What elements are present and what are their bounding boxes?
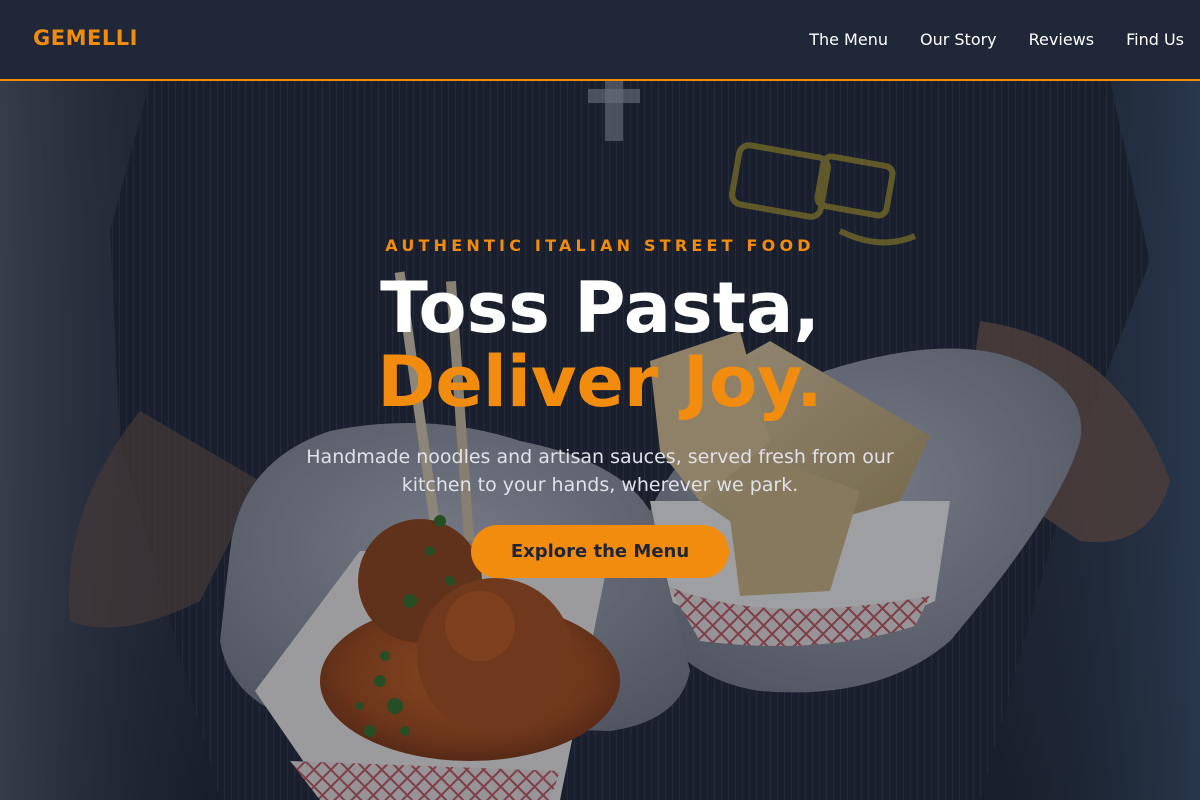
hero-headline: Toss Pasta, Deliver Joy. bbox=[0, 271, 1200, 419]
hero-headline-line2: Deliver Joy. bbox=[377, 341, 823, 423]
nav-link-menu[interactable]: The Menu bbox=[809, 30, 888, 49]
nav-link-our-story[interactable]: Our Story bbox=[920, 30, 997, 49]
hero-kicker: AUTHENTIC ITALIAN STREET FOOD bbox=[385, 236, 815, 255]
hero-dark-overlay bbox=[0, 81, 1200, 800]
hero-section: AUTHENTIC ITALIAN STREET FOOD Toss Pasta… bbox=[0, 81, 1200, 800]
hero-headline-line1: Toss Pasta, bbox=[380, 267, 820, 349]
brand-logo[interactable]: GEMELLI bbox=[33, 26, 138, 50]
nav-link-reviews[interactable]: Reviews bbox=[1029, 30, 1094, 49]
explore-menu-button[interactable]: Explore the Menu bbox=[471, 525, 729, 578]
top-navbar: GEMELLI The Menu Our Story Reviews Find … bbox=[0, 0, 1200, 81]
nav-link-find-us[interactable]: Find Us bbox=[1126, 30, 1184, 49]
hero-subtitle: Handmade noodles and artisan sauces, ser… bbox=[306, 446, 894, 496]
nav-links: The Menu Our Story Reviews Find Us bbox=[809, 30, 1184, 49]
